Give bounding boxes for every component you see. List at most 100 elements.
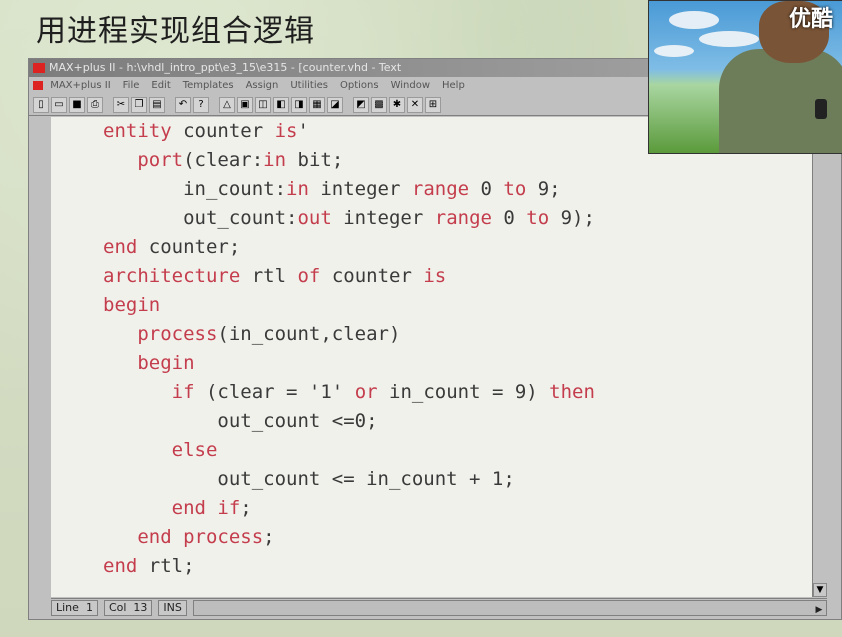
run-icon[interactable]: ✕ bbox=[407, 96, 423, 113]
print-icon[interactable]: ⎙ bbox=[87, 96, 103, 113]
system-menu-icon[interactable] bbox=[33, 81, 43, 90]
code-line[interactable]: port(clear:in bit; bbox=[103, 146, 343, 175]
code-line[interactable]: end if; bbox=[103, 494, 252, 523]
timing-icon[interactable]: ◧ bbox=[273, 96, 289, 113]
vhdl-keyword: of bbox=[297, 265, 332, 287]
open-file-icon[interactable]: ▭ bbox=[51, 96, 67, 113]
presenter-webcam: 优酷 bbox=[648, 0, 842, 154]
code-token: ' bbox=[297, 120, 309, 142]
waveform-icon[interactable]: ◩ bbox=[353, 96, 369, 113]
paste-icon[interactable]: ▤ bbox=[149, 96, 165, 113]
menu-item[interactable]: Assign bbox=[246, 80, 279, 91]
hierarchy-icon[interactable]: △ bbox=[219, 96, 235, 113]
vhdl-keyword: is bbox=[274, 120, 298, 142]
code-token: in_count: bbox=[103, 178, 287, 200]
symbol-icon[interactable]: ◪ bbox=[327, 96, 343, 113]
vhdl-keyword: out bbox=[297, 207, 344, 229]
vhdl-keyword: is bbox=[423, 265, 447, 287]
help-icon[interactable]: ? bbox=[193, 96, 209, 113]
code-token: rtl; bbox=[148, 555, 195, 577]
vhdl-keyword: port bbox=[137, 149, 184, 171]
vertical-scrollbar[interactable]: ▼ bbox=[812, 117, 827, 597]
code-line[interactable]: end process; bbox=[103, 523, 274, 552]
code-line[interactable]: process(in_count,clear) bbox=[103, 320, 400, 349]
code-token: 0 bbox=[503, 207, 527, 229]
compile-icon[interactable]: ▣ bbox=[237, 96, 253, 113]
code-line[interactable]: architecture rtl of counter is bbox=[103, 262, 446, 291]
cloud bbox=[669, 11, 719, 29]
vhdl-keyword: or bbox=[354, 381, 390, 403]
cut-icon[interactable]: ✂ bbox=[113, 96, 129, 113]
slide-title: 用进程实现组合逻辑 bbox=[36, 14, 315, 49]
code-token: (clear = '1' bbox=[205, 381, 355, 403]
undo-icon[interactable]: ↶ bbox=[175, 96, 191, 113]
vhdl-keyword: range bbox=[434, 207, 504, 229]
menu-item[interactable]: Templates bbox=[183, 80, 234, 91]
code-line[interactable]: else bbox=[103, 436, 218, 465]
code-line[interactable]: end rtl; bbox=[103, 552, 195, 581]
simulate-icon[interactable]: ◫ bbox=[255, 96, 271, 113]
code-line[interactable]: begin bbox=[103, 349, 194, 378]
vhdl-keyword: then bbox=[549, 381, 595, 403]
vhdl-keyword: range bbox=[411, 178, 481, 200]
code-token: 0 bbox=[480, 178, 504, 200]
code-line[interactable]: out_count <=0; bbox=[103, 407, 378, 436]
menu-item[interactable]: Options bbox=[340, 80, 379, 91]
code-token: 9); bbox=[560, 207, 595, 229]
stop-icon[interactable]: ⊞ bbox=[425, 96, 441, 113]
vhdl-keyword: to bbox=[526, 207, 561, 229]
code-token: ; bbox=[240, 497, 252, 519]
code-line[interactable]: if (clear = '1' or in_count = 9) then bbox=[103, 378, 595, 407]
code-token: bit; bbox=[297, 149, 344, 171]
code-token: integer bbox=[320, 178, 412, 200]
copy-icon[interactable]: ❐ bbox=[131, 96, 147, 113]
code-line[interactable]: in_count:in integer range 0 to 9; bbox=[103, 175, 561, 204]
menu-item[interactable]: Window bbox=[391, 80, 430, 91]
insert-mode-indicator: INS bbox=[158, 600, 187, 616]
scroll-right-icon[interactable]: ▶ bbox=[812, 601, 826, 615]
code-line[interactable]: begin bbox=[103, 291, 160, 320]
code-token: out_count <=0; bbox=[103, 410, 378, 432]
code-token: counter bbox=[183, 120, 275, 142]
app-icon[interactable] bbox=[33, 63, 45, 73]
save-icon[interactable]: ■ bbox=[69, 96, 85, 113]
floorplan-icon[interactable]: ▦ bbox=[309, 96, 325, 113]
col-indicator: Col 13 bbox=[103, 600, 153, 616]
microphone-icon bbox=[815, 99, 827, 119]
text-icon[interactable]: ▩ bbox=[371, 96, 387, 113]
menu-item[interactable]: Help bbox=[442, 80, 465, 91]
code-token: counter bbox=[331, 265, 424, 287]
scroll-down-icon[interactable]: ▼ bbox=[813, 583, 827, 597]
code-token: rtl bbox=[251, 265, 298, 287]
menu-item[interactable]: MAX+plus II bbox=[50, 80, 110, 91]
menu-item[interactable]: Edit bbox=[151, 80, 170, 91]
menu-item[interactable]: File bbox=[123, 80, 140, 91]
code-line[interactable]: end counter; bbox=[103, 233, 240, 262]
code-line[interactable]: out_count:out integer range 0 to 9); bbox=[103, 204, 595, 233]
vhdl-keyword: begin bbox=[103, 294, 161, 316]
cloud bbox=[654, 45, 694, 57]
code-token: (clear: bbox=[183, 149, 264, 171]
code-token: (in_count,clear) bbox=[217, 323, 401, 345]
horizontal-scrollbar[interactable]: ▶ bbox=[192, 600, 827, 616]
code-token: counter; bbox=[148, 236, 241, 258]
code-line[interactable]: out_count <= in_count + 1; bbox=[103, 465, 515, 494]
code-line[interactable]: entity counter is' bbox=[103, 117, 309, 146]
code-token: out_count <= in_count + 1; bbox=[103, 468, 515, 490]
find-icon[interactable]: ✱ bbox=[389, 96, 405, 113]
vhdl-keyword: process bbox=[137, 323, 218, 345]
code-editor[interactable]: ▼ entity counter is' port(clear:in bit; … bbox=[51, 117, 827, 597]
video-watermark: 优酷 bbox=[788, 7, 833, 32]
menu-item[interactable]: Utilities bbox=[290, 80, 328, 91]
vhdl-keyword: end if bbox=[171, 497, 241, 519]
vhdl-keyword: else bbox=[171, 439, 218, 461]
new-file-icon[interactable]: ▯ bbox=[33, 96, 49, 113]
vhdl-keyword: in bbox=[263, 149, 298, 171]
program-icon[interactable]: ◨ bbox=[291, 96, 307, 113]
